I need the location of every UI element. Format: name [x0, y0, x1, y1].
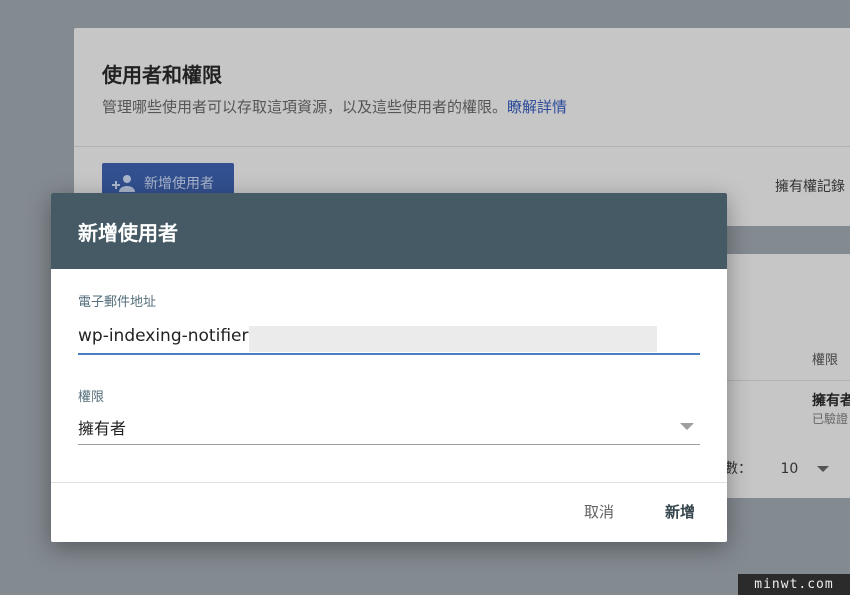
permission-select-value: 擁有者	[78, 418, 127, 438]
table-row-permission: 擁有者	[812, 393, 850, 409]
watermark: minwt.com	[738, 574, 850, 595]
dialog-header: 新增使用者	[51, 193, 727, 269]
dialog-title: 新增使用者	[78, 220, 178, 245]
rows-per-page-value: 10	[780, 461, 799, 477]
card-divider	[74, 146, 850, 147]
add-user-dialog: 新增使用者 電子郵件地址 權限 擁有者 取消 新增	[51, 193, 727, 542]
description-text: 管理哪些使用者可以存取這項資源，以及這些使用者的權限。	[102, 98, 508, 116]
chevron-down-icon	[816, 466, 829, 472]
add-button[interactable]: 新增	[665, 501, 695, 522]
table-row-status: 已驗證	[812, 412, 849, 426]
permission-label: 權限	[78, 390, 105, 405]
page-description: 管理哪些使用者可以存取這項資源，以及這些使用者的權限。瞭解詳情	[102, 96, 567, 117]
add-user-button-label: 新增使用者	[144, 176, 214, 192]
permission-select[interactable]: 擁有者	[78, 409, 700, 445]
email-label: 電子郵件地址	[78, 295, 157, 310]
rows-per-page[interactable]: 數： 10	[724, 458, 829, 478]
learn-more-link[interactable]: 瞭解詳情	[507, 98, 567, 116]
dialog-footer-divider	[51, 482, 727, 483]
cancel-button[interactable]: 取消	[584, 501, 614, 522]
redacted-email-mask	[249, 326, 657, 352]
dropdown-arrow-icon	[680, 423, 694, 430]
rows-per-page-label: 數：	[724, 461, 752, 477]
page-title: 使用者和權限	[102, 63, 222, 87]
table-header-permission: 權限	[812, 353, 839, 368]
owner-record-link[interactable]: 擁有權記錄	[775, 176, 845, 196]
add-person-icon	[112, 175, 135, 192]
